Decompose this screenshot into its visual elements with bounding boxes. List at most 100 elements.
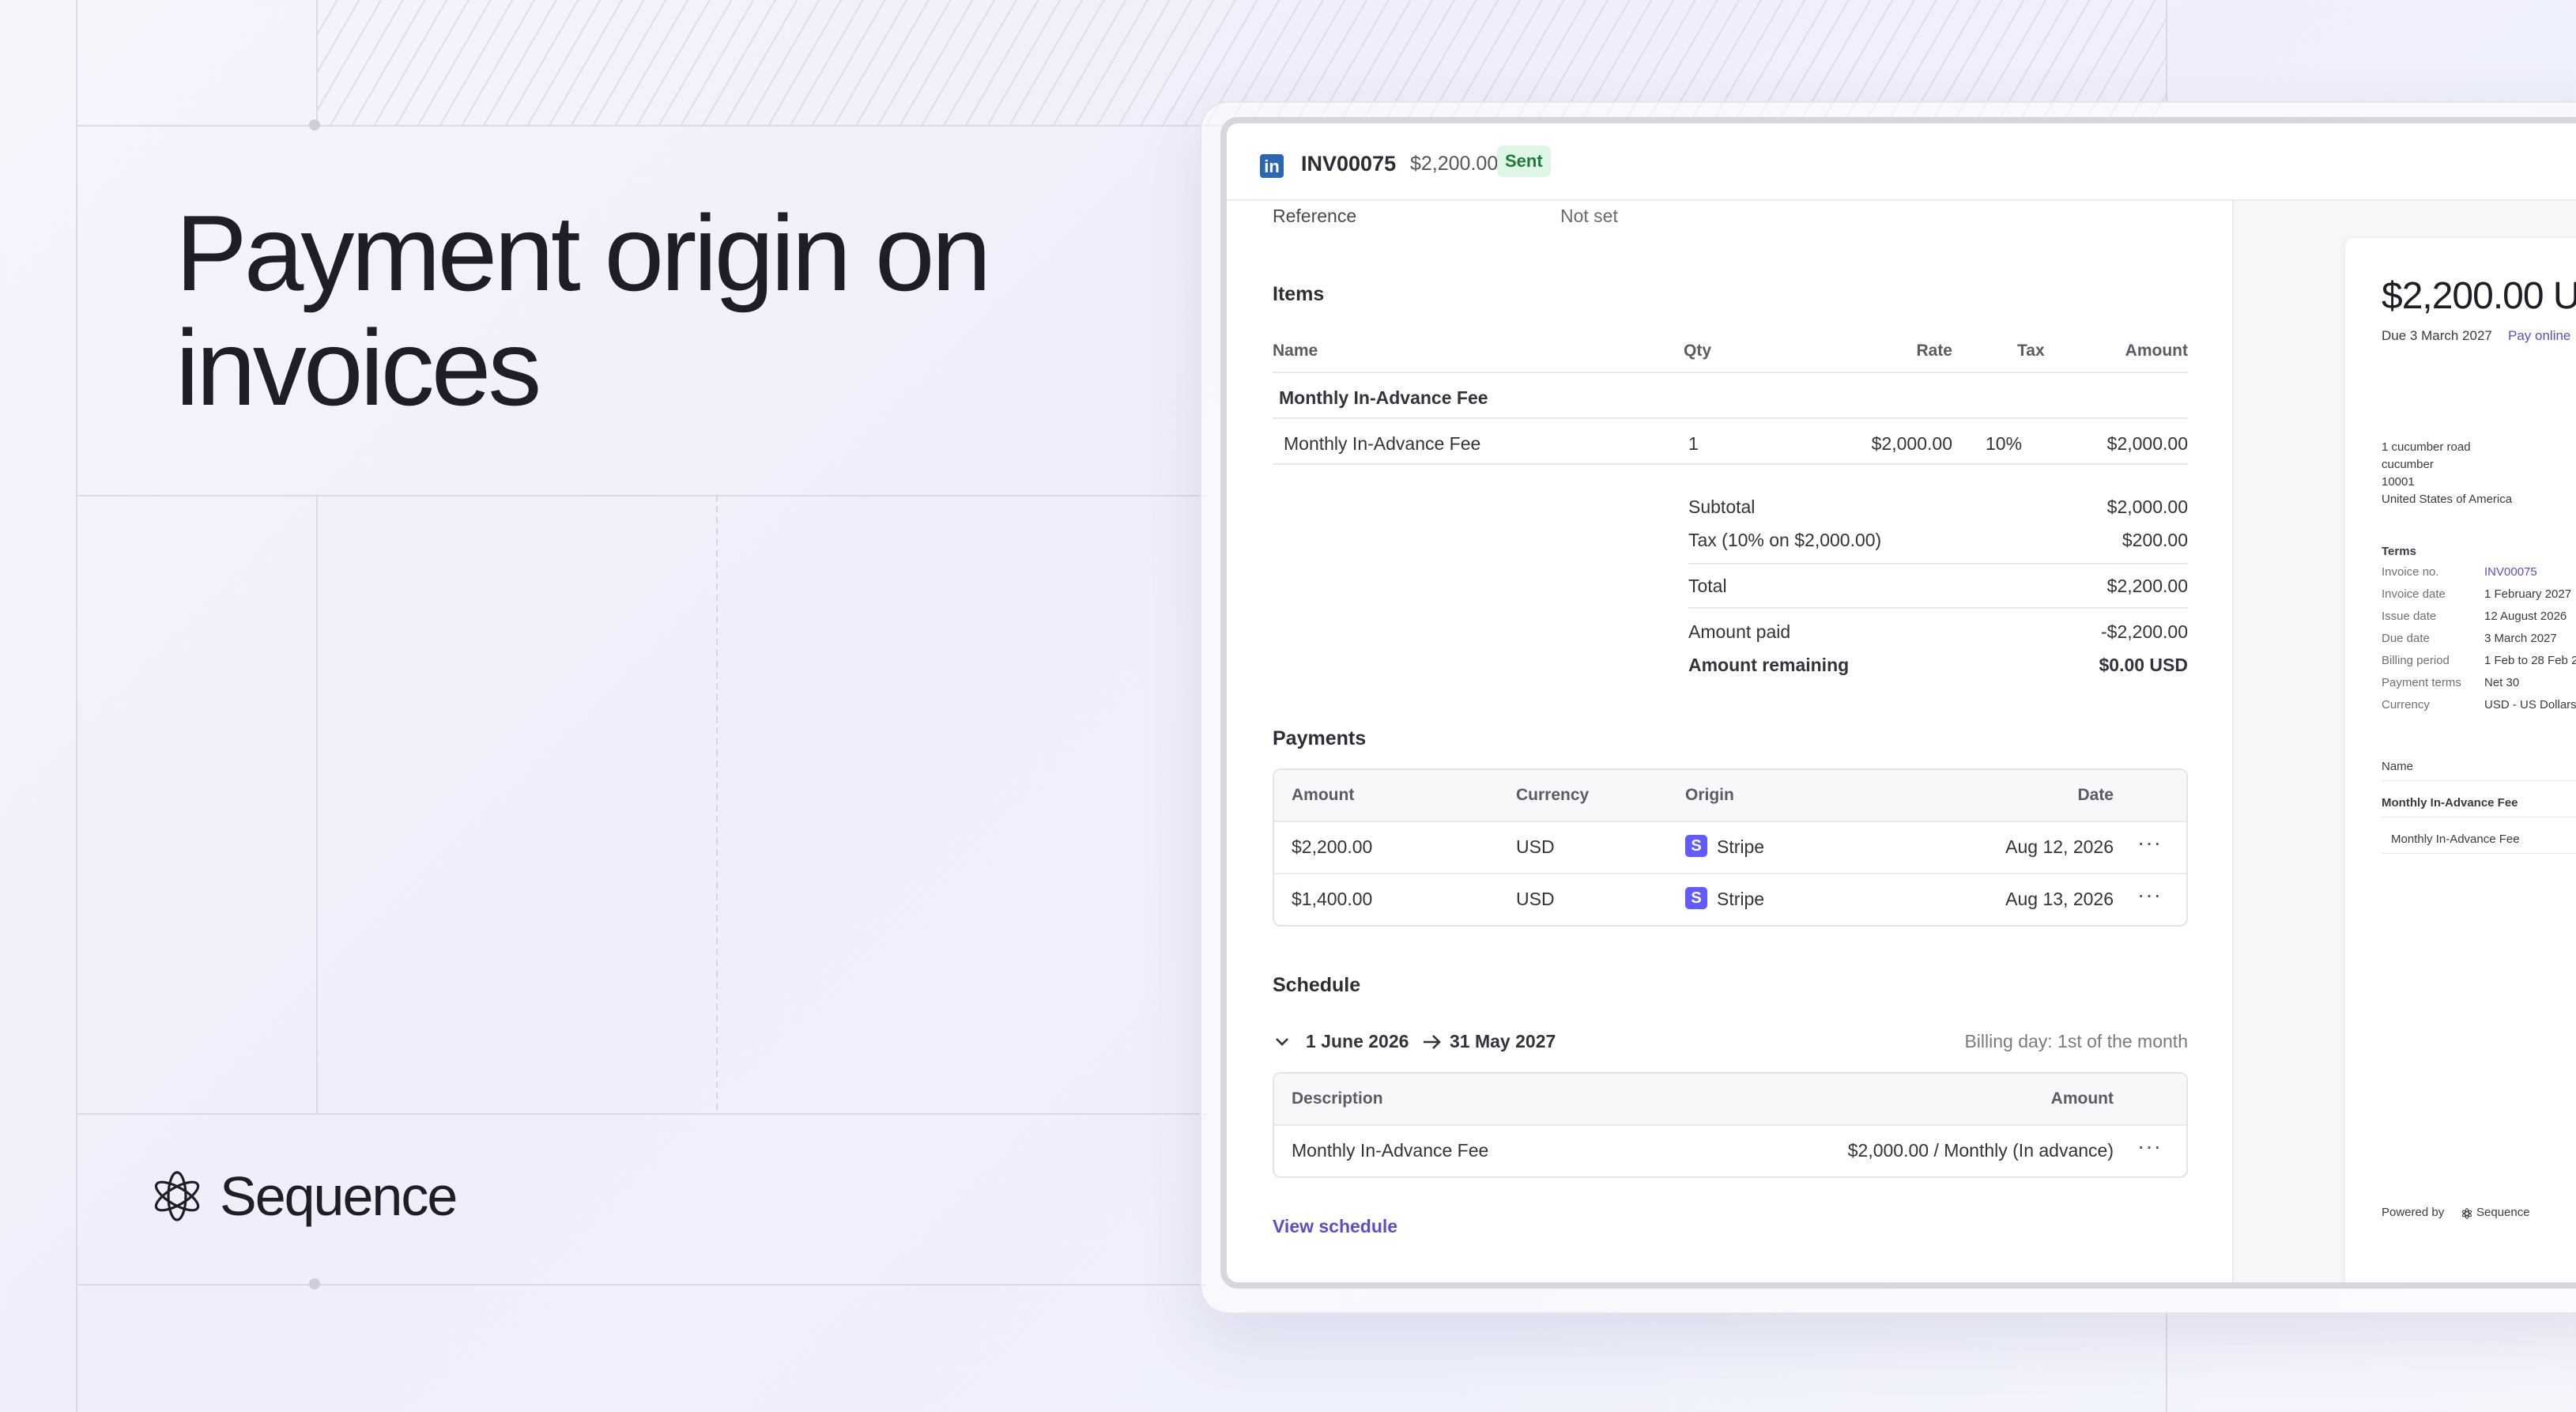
term-value: 12 August 2026 — [2484, 610, 2567, 623]
term-label: Due date — [2382, 632, 2430, 645]
preview-line-item: Monthly In-Advance Fee — [2391, 832, 2520, 846]
amount-paid-value: -$2,200.00 — [2101, 621, 2188, 642]
schedule-heading: Schedule — [1273, 974, 1361, 996]
grid-line — [316, 0, 318, 125]
term-value: 1 Feb to 28 Feb 2 — [2484, 654, 2576, 667]
grid-line — [2166, 0, 2167, 101]
view-schedule-link[interactable]: View schedule — [1273, 1216, 1397, 1237]
schedule-amount: $2,000.00 / Monthly (In advance) — [1847, 1140, 2114, 1161]
address-line: 1 cucumber road — [2382, 440, 2471, 454]
divider — [1273, 463, 2188, 465]
grid-line — [76, 0, 77, 1412]
invoice-details: Reference Not set Items Name Qty Rate Ta… — [1227, 201, 2232, 1282]
subtotal-label: Subtotal — [1688, 496, 1756, 517]
items-col-tax: Tax — [2017, 342, 2045, 360]
address-line: United States of America — [2382, 493, 2513, 506]
preview-name-heading: Name — [2382, 760, 2414, 773]
invoice-amount: $2,200.00 — [1410, 153, 1499, 175]
item-qty: 1 — [1688, 433, 1699, 454]
divider — [1273, 417, 2188, 419]
item-amount: $2,000.00 — [2106, 433, 2188, 454]
invoice-preview-document: $2,200.00 U Due 3 March 2027 Pay online … — [2344, 237, 2576, 1282]
schedule-range-start: 1 June 2026 — [1306, 1031, 1409, 1051]
payments-col-origin: Origin — [1685, 786, 1734, 804]
reference-label: Reference — [1273, 206, 1357, 226]
term-label: Invoice date — [2382, 587, 2446, 601]
more-options-icon[interactable]: ··· — [2137, 882, 2162, 908]
subtotal-value: $2,000.00 — [2106, 496, 2188, 517]
divider — [1688, 607, 2188, 609]
more-options-icon[interactable]: ··· — [2137, 1134, 2162, 1159]
divider — [1688, 563, 2188, 564]
term-value: INV00075 — [2484, 565, 2537, 579]
invoice-header: in INV00075 $2,200.00 Sent — [1227, 123, 2576, 201]
schedule-col-description: Description — [1292, 1089, 1383, 1108]
billing-day: Billing day: 1st of the month — [1964, 1031, 2188, 1051]
term-value: 1 February 2027 — [2484, 587, 2572, 601]
chevron-down-icon — [1276, 1038, 1288, 1046]
grid-line — [76, 1113, 1206, 1115]
sequence-logo-icon — [154, 1171, 200, 1221]
schedule-range-end: 31 May 2027 — [1450, 1031, 1556, 1051]
amount-remaining-value: $0.00 USD — [2099, 655, 2188, 675]
total-label: Total — [1688, 576, 1727, 596]
term-label: Currency — [2382, 698, 2430, 712]
items-col-qty: Qty — [1684, 342, 1712, 360]
preview-due-date: Due 3 March 2027 — [2382, 328, 2492, 343]
grid-line — [2166, 1311, 2167, 1412]
stripe-icon: S — [1685, 887, 1707, 909]
sequence-mini-icon — [2461, 1208, 2472, 1219]
schedule-col-amount: Amount — [2050, 1089, 2114, 1108]
payment-origin: Stripe — [1717, 836, 1765, 857]
term-label: Payment terms — [2382, 676, 2461, 689]
items-heading: Items — [1273, 283, 1325, 305]
amount-remaining-label: Amount remaining — [1688, 655, 1850, 675]
arrow-right-icon — [1424, 1035, 1441, 1049]
item-rate: $2,000.00 — [1871, 433, 1952, 454]
hero-title-line1: Payment origin on — [175, 193, 991, 313]
payments-col-date: Date — [2077, 786, 2114, 804]
grid-line-dashed — [716, 495, 718, 1113]
reference-value[interactable]: Not set — [1560, 206, 1618, 227]
term-value: 3 March 2027 — [2484, 632, 2557, 645]
payment-currency: USD — [1516, 836, 1555, 857]
payment-amount: $1,400.00 — [1292, 889, 1373, 909]
schedule-table: Description Amount Monthly In-Advance Fe… — [1273, 1072, 2188, 1178]
brand-name: Sequence — [220, 1165, 458, 1227]
payments-heading: Payments — [1273, 727, 1367, 749]
payment-amount: $2,200.00 — [1292, 836, 1373, 857]
address-line: 10001 — [2382, 475, 2415, 489]
preview-amount: $2,200.00 U — [2382, 275, 2576, 317]
term-value: USD - US Dollars — [2484, 698, 2576, 712]
grid-line — [316, 495, 318, 1113]
invoice-preview-pane: $2,200.00 U Due 3 March 2027 Pay online … — [2232, 201, 2576, 1282]
preview-line-group: Monthly In-Advance Fee — [2382, 796, 2518, 810]
more-options-icon[interactable]: ··· — [2137, 830, 2162, 855]
item-tax: 10% — [1986, 433, 2023, 454]
hero-title: Payment origin on invoices — [175, 193, 991, 425]
grid-line — [76, 495, 1206, 496]
pay-online-link[interactable]: Pay online — [2508, 328, 2570, 344]
items-col-name: Name — [1273, 342, 1318, 360]
payment-date: Aug 12, 2026 — [2005, 836, 2114, 857]
total-value: $2,200.00 — [2106, 576, 2188, 596]
schedule-description: Monthly In-Advance Fee — [1292, 1140, 1489, 1161]
term-label: Billing period — [2382, 654, 2450, 667]
term-label: Issue date — [2382, 610, 2437, 623]
divider — [2382, 853, 2576, 854]
powered-by-brand: Sequence — [2476, 1206, 2530, 1219]
items-col-rate: Rate — [1916, 342, 1952, 360]
grid-dot — [309, 1278, 320, 1289]
amount-paid-label: Amount paid — [1688, 621, 1791, 642]
divider — [1274, 873, 2186, 874]
items-col-amount: Amount — [2125, 342, 2188, 360]
invoice-app-window: in INV00075 $2,200.00 Sent Reference Not… — [1220, 117, 2576, 1289]
payment-date: Aug 13, 2026 — [2005, 889, 2114, 909]
tax-value: $200.00 — [2122, 530, 2188, 550]
items-group-label: Monthly In-Advance Fee — [1279, 387, 1488, 408]
payments-table: Amount Currency Origin Date $2,200.00 US… — [1273, 768, 2188, 927]
powered-by-label: Powered by — [2382, 1206, 2445, 1219]
payments-col-amount: Amount — [1292, 786, 1355, 804]
linkedin-icon: in — [1260, 154, 1284, 178]
payments-col-currency: Currency — [1516, 786, 1590, 804]
